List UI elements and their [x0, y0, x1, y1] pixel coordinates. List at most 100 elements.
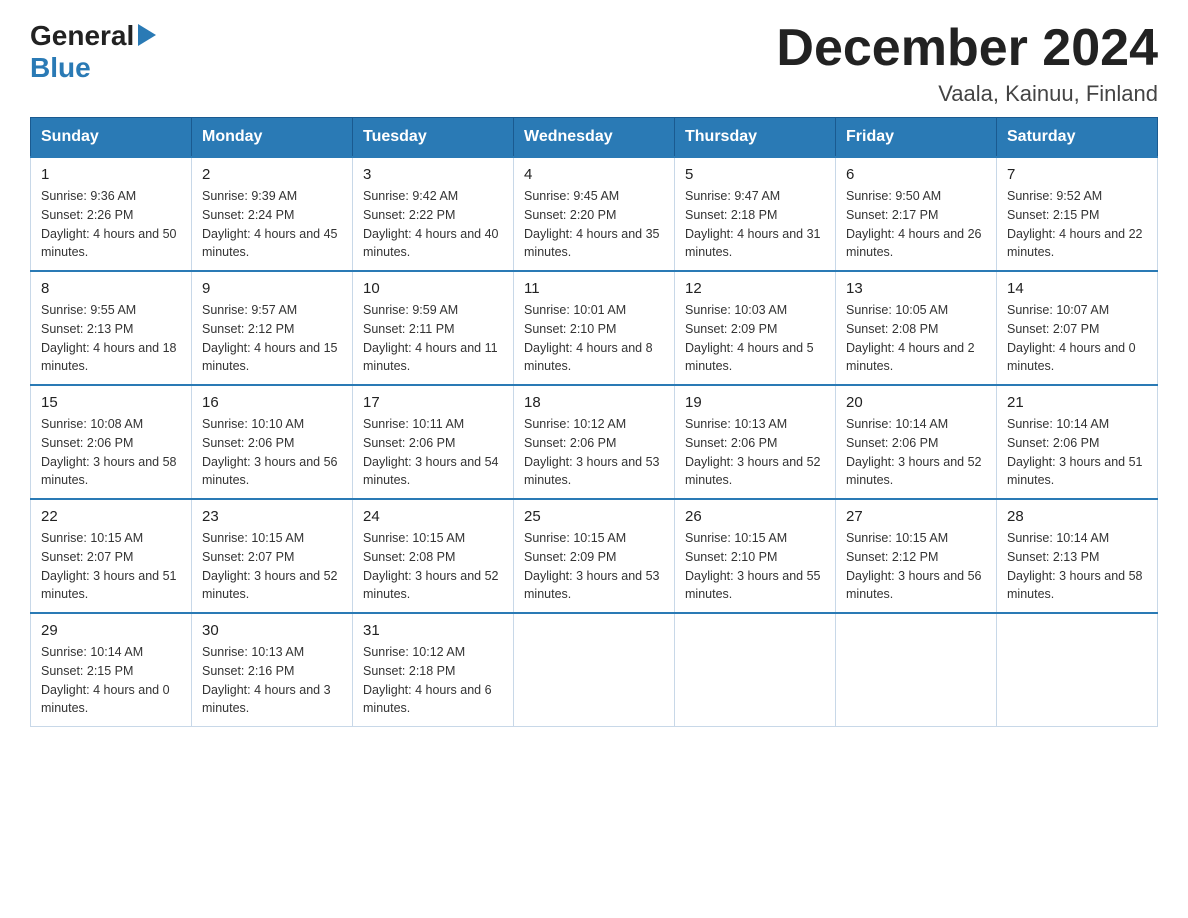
calendar-day-cell: 11 Sunrise: 10:01 AMSunset: 2:10 PMDayli… — [514, 271, 675, 385]
weekday-header: SundayMondayTuesdayWednesdayThursdayFrid… — [31, 118, 1158, 158]
calendar-day-cell: 19 Sunrise: 10:13 AMSunset: 2:06 PMDayli… — [675, 385, 836, 499]
calendar-day-cell: 6 Sunrise: 9:50 AMSunset: 2:17 PMDayligh… — [836, 157, 997, 271]
day-number: 16 — [202, 394, 342, 411]
day-number: 11 — [524, 280, 664, 297]
day-info: Sunrise: 9:55 AMSunset: 2:13 PMDaylight:… — [41, 301, 181, 376]
calendar-day-cell — [836, 613, 997, 727]
day-info: Sunrise: 9:45 AMSunset: 2:20 PMDaylight:… — [524, 187, 664, 262]
day-number: 14 — [1007, 280, 1147, 297]
calendar-table: SundayMondayTuesdayWednesdayThursdayFrid… — [30, 117, 1158, 727]
title-section: December 2024 Vaala, Kainuu, Finland — [776, 20, 1158, 107]
weekday-header-cell: Wednesday — [514, 118, 675, 158]
day-number: 3 — [363, 166, 503, 183]
day-number: 12 — [685, 280, 825, 297]
day-info: Sunrise: 9:36 AMSunset: 2:26 PMDaylight:… — [41, 187, 181, 262]
calendar-day-cell — [675, 613, 836, 727]
day-info: Sunrise: 10:15 AMSunset: 2:09 PMDaylight… — [524, 529, 664, 604]
day-number: 2 — [202, 166, 342, 183]
day-number: 23 — [202, 508, 342, 525]
calendar-day-cell: 2 Sunrise: 9:39 AMSunset: 2:24 PMDayligh… — [192, 157, 353, 271]
calendar-day-cell: 20 Sunrise: 10:14 AMSunset: 2:06 PMDayli… — [836, 385, 997, 499]
day-info: Sunrise: 10:01 AMSunset: 2:10 PMDaylight… — [524, 301, 664, 376]
day-number: 20 — [846, 394, 986, 411]
calendar-day-cell: 16 Sunrise: 10:10 AMSunset: 2:06 PMDayli… — [192, 385, 353, 499]
calendar-day-cell: 23 Sunrise: 10:15 AMSunset: 2:07 PMDayli… — [192, 499, 353, 613]
calendar-day-cell: 28 Sunrise: 10:14 AMSunset: 2:13 PMDayli… — [997, 499, 1158, 613]
day-info: Sunrise: 10:14 AMSunset: 2:06 PMDaylight… — [846, 415, 986, 490]
day-number: 7 — [1007, 166, 1147, 183]
calendar-week-row: 1 Sunrise: 9:36 AMSunset: 2:26 PMDayligh… — [31, 157, 1158, 271]
logo: General Blue — [30, 20, 156, 84]
calendar-day-cell: 8 Sunrise: 9:55 AMSunset: 2:13 PMDayligh… — [31, 271, 192, 385]
day-number: 26 — [685, 508, 825, 525]
calendar-day-cell: 4 Sunrise: 9:45 AMSunset: 2:20 PMDayligh… — [514, 157, 675, 271]
calendar-day-cell: 9 Sunrise: 9:57 AMSunset: 2:12 PMDayligh… — [192, 271, 353, 385]
day-info: Sunrise: 10:13 AMSunset: 2:06 PMDaylight… — [685, 415, 825, 490]
day-number: 8 — [41, 280, 181, 297]
day-number: 13 — [846, 280, 986, 297]
month-year-title: December 2024 — [776, 20, 1158, 77]
day-info: Sunrise: 10:12 AMSunset: 2:18 PMDaylight… — [363, 643, 503, 718]
day-number: 19 — [685, 394, 825, 411]
day-number: 21 — [1007, 394, 1147, 411]
day-number: 6 — [846, 166, 986, 183]
day-info: Sunrise: 9:57 AMSunset: 2:12 PMDaylight:… — [202, 301, 342, 376]
calendar-day-cell: 18 Sunrise: 10:12 AMSunset: 2:06 PMDayli… — [514, 385, 675, 499]
day-info: Sunrise: 10:07 AMSunset: 2:07 PMDaylight… — [1007, 301, 1147, 376]
day-number: 24 — [363, 508, 503, 525]
calendar-day-cell: 13 Sunrise: 10:05 AMSunset: 2:08 PMDayli… — [836, 271, 997, 385]
day-number: 4 — [524, 166, 664, 183]
day-number: 15 — [41, 394, 181, 411]
location-subtitle: Vaala, Kainuu, Finland — [776, 81, 1158, 107]
page-header: General Blue December 2024 Vaala, Kainuu… — [30, 20, 1158, 107]
day-info: Sunrise: 10:05 AMSunset: 2:08 PMDaylight… — [846, 301, 986, 376]
day-info: Sunrise: 9:47 AMSunset: 2:18 PMDaylight:… — [685, 187, 825, 262]
calendar-week-row: 8 Sunrise: 9:55 AMSunset: 2:13 PMDayligh… — [31, 271, 1158, 385]
day-number: 9 — [202, 280, 342, 297]
calendar-week-row: 15 Sunrise: 10:08 AMSunset: 2:06 PMDayli… — [31, 385, 1158, 499]
day-number: 17 — [363, 394, 503, 411]
calendar-day-cell: 17 Sunrise: 10:11 AMSunset: 2:06 PMDayli… — [353, 385, 514, 499]
calendar-day-cell: 15 Sunrise: 10:08 AMSunset: 2:06 PMDayli… — [31, 385, 192, 499]
weekday-header-cell: Monday — [192, 118, 353, 158]
calendar-day-cell — [997, 613, 1158, 727]
day-info: Sunrise: 10:03 AMSunset: 2:09 PMDaylight… — [685, 301, 825, 376]
day-number: 10 — [363, 280, 503, 297]
day-number: 27 — [846, 508, 986, 525]
weekday-header-cell: Saturday — [997, 118, 1158, 158]
day-info: Sunrise: 10:15 AMSunset: 2:12 PMDaylight… — [846, 529, 986, 604]
day-info: Sunrise: 9:50 AMSunset: 2:17 PMDaylight:… — [846, 187, 986, 262]
calendar-day-cell: 25 Sunrise: 10:15 AMSunset: 2:09 PMDayli… — [514, 499, 675, 613]
day-info: Sunrise: 10:15 AMSunset: 2:08 PMDaylight… — [363, 529, 503, 604]
day-info: Sunrise: 10:12 AMSunset: 2:06 PMDaylight… — [524, 415, 664, 490]
calendar-day-cell: 1 Sunrise: 9:36 AMSunset: 2:26 PMDayligh… — [31, 157, 192, 271]
day-number: 22 — [41, 508, 181, 525]
calendar-week-row: 22 Sunrise: 10:15 AMSunset: 2:07 PMDayli… — [31, 499, 1158, 613]
calendar-day-cell: 24 Sunrise: 10:15 AMSunset: 2:08 PMDayli… — [353, 499, 514, 613]
logo-triangle-icon — [138, 24, 156, 51]
calendar-day-cell: 31 Sunrise: 10:12 AMSunset: 2:18 PMDayli… — [353, 613, 514, 727]
day-info: Sunrise: 10:15 AMSunset: 2:10 PMDaylight… — [685, 529, 825, 604]
day-number: 18 — [524, 394, 664, 411]
weekday-header-cell: Sunday — [31, 118, 192, 158]
calendar-day-cell: 14 Sunrise: 10:07 AMSunset: 2:07 PMDayli… — [997, 271, 1158, 385]
day-info: Sunrise: 10:10 AMSunset: 2:06 PMDaylight… — [202, 415, 342, 490]
day-number: 31 — [363, 622, 503, 639]
day-number: 30 — [202, 622, 342, 639]
calendar-day-cell — [514, 613, 675, 727]
day-info: Sunrise: 10:14 AMSunset: 2:06 PMDaylight… — [1007, 415, 1147, 490]
day-info: Sunrise: 10:08 AMSunset: 2:06 PMDaylight… — [41, 415, 181, 490]
day-number: 5 — [685, 166, 825, 183]
day-info: Sunrise: 9:52 AMSunset: 2:15 PMDaylight:… — [1007, 187, 1147, 262]
calendar-day-cell: 27 Sunrise: 10:15 AMSunset: 2:12 PMDayli… — [836, 499, 997, 613]
calendar-day-cell: 30 Sunrise: 10:13 AMSunset: 2:16 PMDayli… — [192, 613, 353, 727]
calendar-body: 1 Sunrise: 9:36 AMSunset: 2:26 PMDayligh… — [31, 157, 1158, 727]
day-number: 29 — [41, 622, 181, 639]
calendar-day-cell: 5 Sunrise: 9:47 AMSunset: 2:18 PMDayligh… — [675, 157, 836, 271]
day-info: Sunrise: 9:39 AMSunset: 2:24 PMDaylight:… — [202, 187, 342, 262]
day-number: 1 — [41, 166, 181, 183]
calendar-day-cell: 10 Sunrise: 9:59 AMSunset: 2:11 PMDaylig… — [353, 271, 514, 385]
day-info: Sunrise: 9:42 AMSunset: 2:22 PMDaylight:… — [363, 187, 503, 262]
calendar-day-cell: 7 Sunrise: 9:52 AMSunset: 2:15 PMDayligh… — [997, 157, 1158, 271]
calendar-day-cell: 26 Sunrise: 10:15 AMSunset: 2:10 PMDayli… — [675, 499, 836, 613]
